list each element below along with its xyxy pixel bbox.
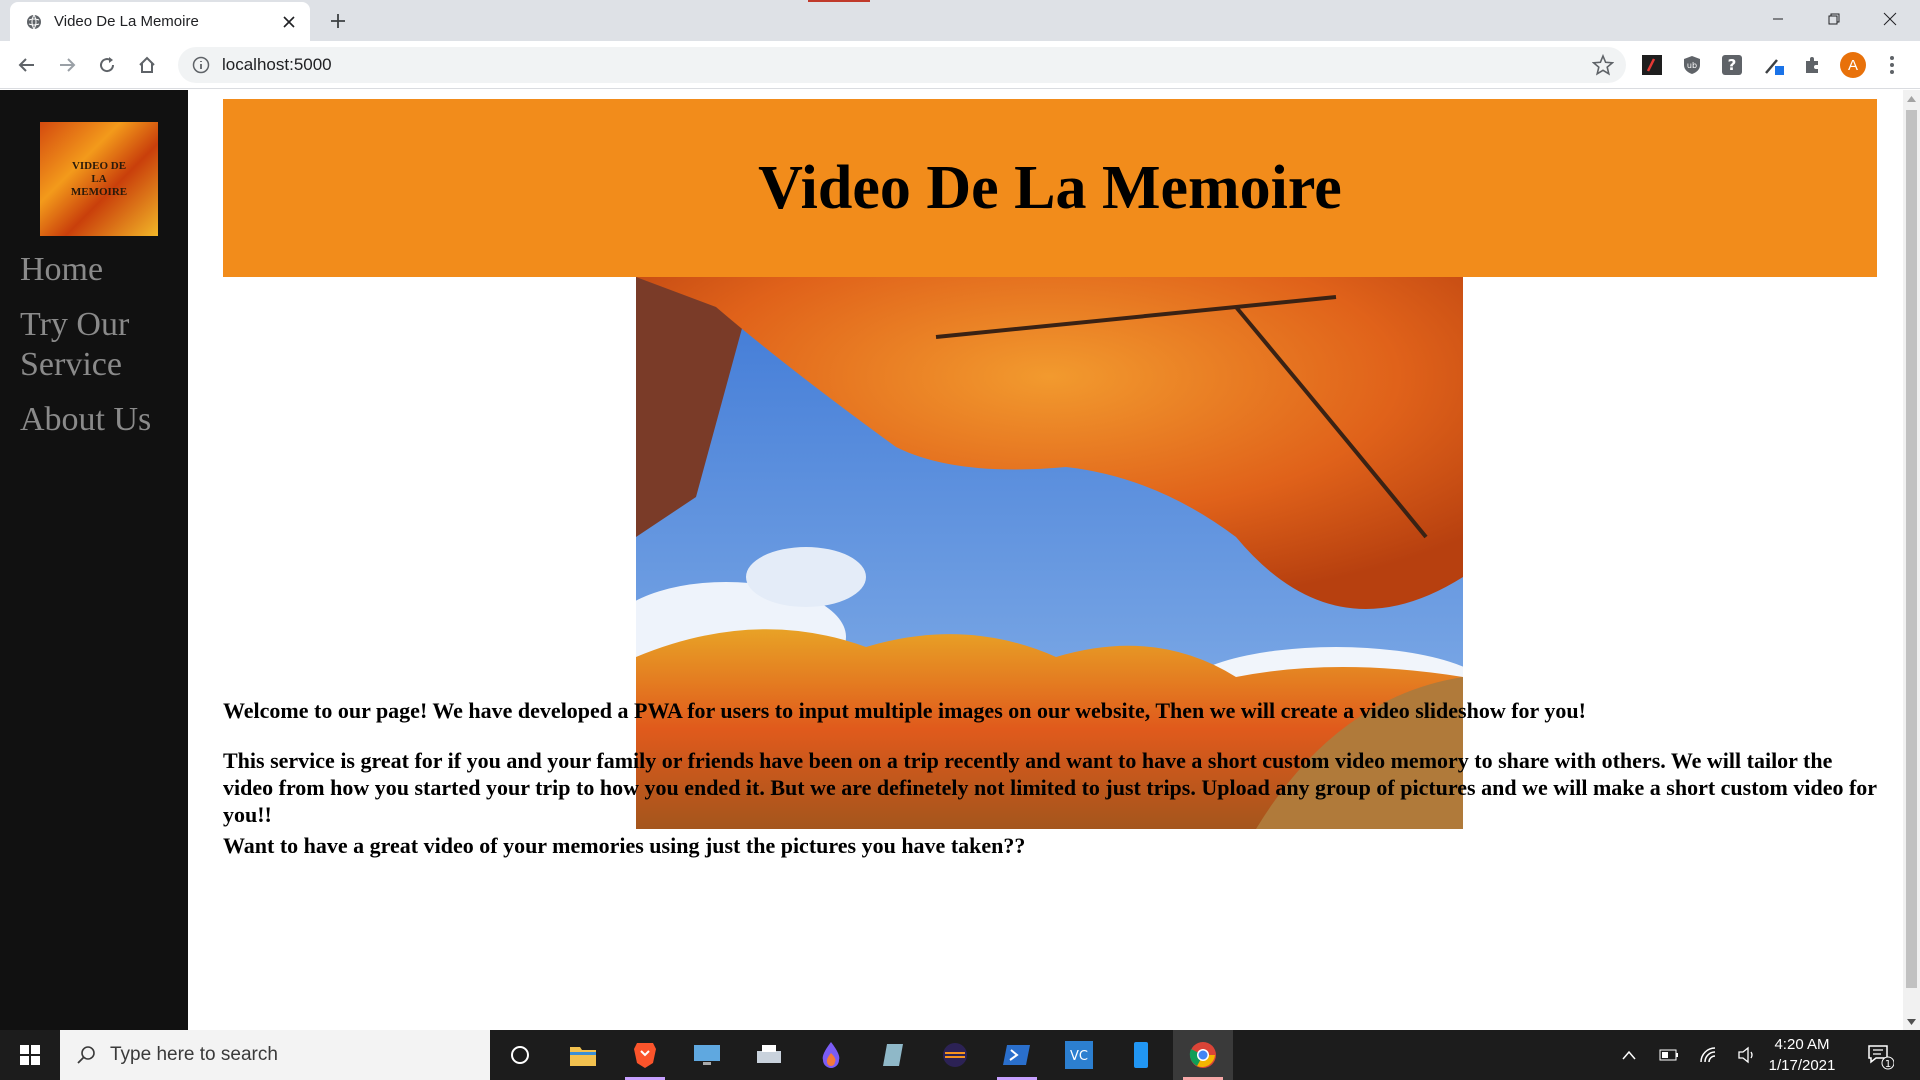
scroll-thumb[interactable] [1906, 110, 1917, 988]
taskbar-clock[interactable]: 4:20 AM 1/17/2021 [1752, 1034, 1852, 1076]
scrollbar[interactable] [1903, 90, 1920, 1030]
extensions-icon[interactable] [1800, 53, 1824, 77]
extension-red-icon[interactable] [1640, 53, 1664, 77]
scroll-up-icon[interactable] [1903, 90, 1920, 107]
file-explorer-icon[interactable] [553, 1030, 613, 1080]
back-icon[interactable] [12, 50, 42, 80]
sidebar: VIDEO DE LA MEMOIRE Home Try Our Service… [0, 90, 188, 1030]
profile-avatar[interactable]: A [1840, 52, 1866, 78]
browser-toolbar: localhost:5000 ub ? A [0, 41, 1920, 89]
globe-icon [26, 14, 42, 30]
search-placeholder: Type here to search [110, 1044, 278, 1065]
nav-about-us[interactable]: About Us [20, 400, 180, 440]
vscode-icon[interactable]: VC [1049, 1030, 1109, 1080]
logo-text: VIDEO DE LA MEMOIRE [70, 159, 128, 198]
powershell-icon[interactable] [987, 1030, 1047, 1080]
network-icon[interactable] [1698, 1044, 1720, 1066]
info-icon[interactable] [192, 56, 210, 74]
app-phone-icon[interactable] [1111, 1030, 1171, 1080]
clock-date: 1/17/2021 [1768, 1057, 1836, 1074]
shield-extension-icon[interactable]: ub [1680, 53, 1704, 77]
page-viewport: VIDEO DE LA MEMOIRE Home Try Our Service… [0, 90, 1920, 1030]
app-printer-icon[interactable] [739, 1030, 799, 1080]
windows-start-icon[interactable] [0, 1030, 60, 1080]
tab-indicator [808, 0, 870, 2]
notification-count: 1 [1885, 1059, 1891, 1070]
nav-try-our-service[interactable]: Try Our Service [20, 305, 180, 385]
app-drop-icon[interactable] [801, 1030, 861, 1080]
reload-icon[interactable] [92, 50, 122, 80]
restore-button[interactable] [1806, 0, 1862, 38]
taskbar: Type here to search VC 4:20 AM 1/17/2021… [0, 1030, 1920, 1080]
new-tab-button[interactable] [324, 10, 352, 32]
svg-text:VC: VC [1070, 1049, 1088, 1064]
notification-icon[interactable]: 1 [1866, 1042, 1894, 1070]
battery-icon[interactable] [1658, 1044, 1680, 1066]
header-banner: Video De La Memoire [223, 99, 1877, 277]
menu-icon[interactable] [1880, 53, 1904, 77]
service-paragraph: This service is great for if you and you… [223, 748, 1877, 827]
browser-tab[interactable]: Video De La Memoire [10, 2, 310, 41]
minimize-button[interactable] [1750, 0, 1806, 38]
taskbar-search[interactable]: Type here to search [60, 1030, 490, 1080]
nav-home[interactable]: Home [20, 250, 180, 290]
intro-paragraph: Welcome to our page! We have developed a… [223, 698, 1586, 723]
forward-icon[interactable] [52, 50, 82, 80]
close-icon[interactable] [278, 11, 300, 33]
clock-time: 4:20 AM [1774, 1036, 1830, 1053]
url-text: localhost:5000 [222, 55, 332, 74]
brave-icon[interactable] [615, 1030, 675, 1080]
site-logo[interactable]: VIDEO DE LA MEMOIRE [40, 122, 158, 236]
eclipse-icon[interactable] [925, 1030, 985, 1080]
tab-strip: Video De La Memoire [0, 0, 1920, 41]
home-icon[interactable] [132, 50, 162, 80]
tab-title: Video De La Memoire [54, 13, 199, 30]
search-icon [76, 1045, 96, 1065]
window-close-button[interactable] [1862, 0, 1918, 38]
app-notes-icon[interactable] [863, 1030, 923, 1080]
chevron-up-icon[interactable] [1618, 1044, 1640, 1066]
scroll-down-icon[interactable] [1903, 1013, 1920, 1030]
app-monitor-icon[interactable] [677, 1030, 737, 1080]
cta-paragraph: Want to have a great video of your memor… [223, 833, 1026, 858]
help-extension-icon[interactable]: ? [1720, 53, 1744, 77]
star-icon[interactable] [1592, 54, 1614, 76]
page-title: Video De La Memoire [758, 153, 1342, 222]
chrome-icon[interactable] [1173, 1030, 1233, 1080]
cortana-icon[interactable] [490, 1030, 550, 1080]
svg-text:ub: ub [1687, 61, 1697, 70]
eyedropper-extension-icon[interactable] [1762, 53, 1786, 77]
address-bar[interactable]: localhost:5000 [178, 47, 1626, 83]
svg-text:?: ? [1728, 56, 1737, 74]
